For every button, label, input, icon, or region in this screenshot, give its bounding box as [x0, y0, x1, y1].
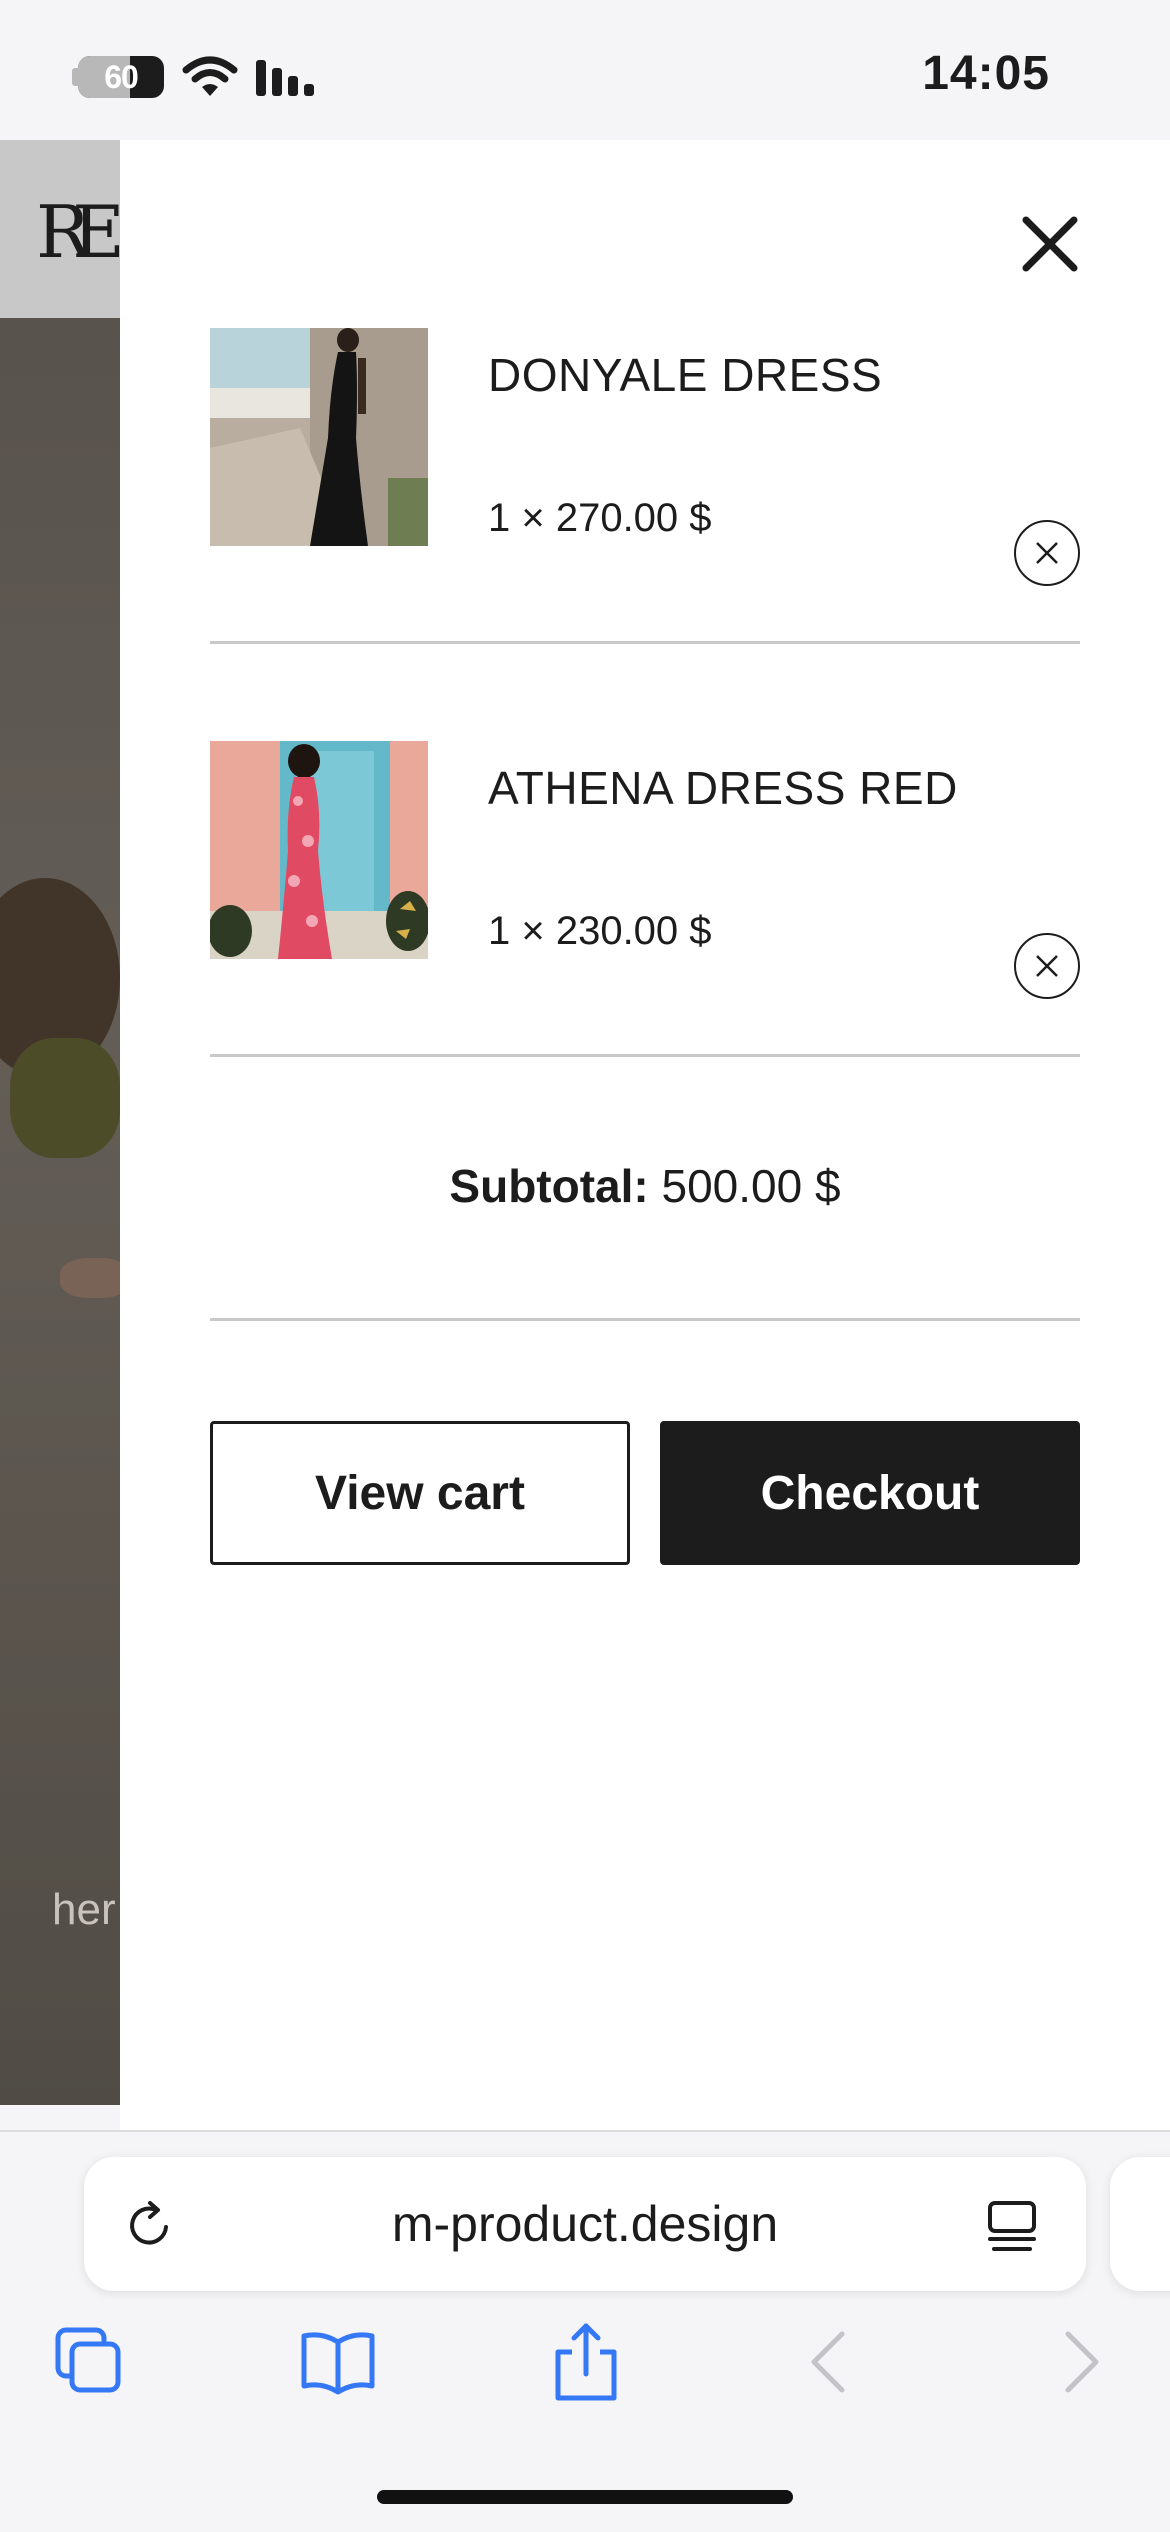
- view-cart-button[interactable]: View cart: [210, 1421, 630, 1565]
- battery-icon: 60: [78, 56, 164, 98]
- cart-subtotal: Subtotal: 500.00 $: [210, 1159, 1080, 1213]
- divider: [210, 1318, 1080, 1321]
- reload-icon[interactable]: [122, 2197, 178, 2253]
- reader-mode-icon[interactable]: [982, 2197, 1042, 2253]
- bookmarks-icon[interactable]: [298, 2322, 378, 2402]
- status-bar: 60 14:05: [0, 0, 1170, 140]
- product-thumbnail[interactable]: [210, 328, 428, 546]
- url-text[interactable]: m-product.design: [84, 2157, 1086, 2291]
- hero-image: her: [0, 318, 120, 2105]
- background-page: RE her: [0, 140, 120, 2105]
- share-icon[interactable]: [546, 2322, 626, 2402]
- divider: [210, 1054, 1080, 1057]
- athena-dress-red-thumbnail: [210, 741, 428, 959]
- checkout-button[interactable]: Checkout: [660, 1421, 1080, 1565]
- remove-icon: [1036, 542, 1058, 564]
- donyale-dress-thumbnail: [210, 328, 428, 546]
- subtotal-label: Subtotal:: [449, 1160, 649, 1212]
- forward-icon[interactable]: [1040, 2322, 1120, 2402]
- product-name[interactable]: DONYALE DRESS: [488, 348, 882, 402]
- background-header: RE: [0, 140, 120, 318]
- tabs-icon[interactable]: [50, 2322, 130, 2402]
- subtotal-value: 500.00 $: [661, 1160, 841, 1212]
- home-indicator[interactable]: [377, 2490, 793, 2504]
- divider: [210, 641, 1080, 644]
- status-time: 14:05: [922, 47, 1050, 100]
- remove-item-button[interactable]: [1014, 520, 1080, 586]
- product-name[interactable]: ATHENA DRESS RED: [488, 761, 958, 815]
- address-bar[interactable]: m-product.design: [84, 2157, 1086, 2291]
- signal-icon: [256, 60, 314, 96]
- hero-text-fragment: her: [52, 1885, 116, 1934]
- product-thumbnail[interactable]: [210, 741, 428, 959]
- close-icon: [1022, 216, 1078, 272]
- product-price: 1 × 230.00 $: [488, 909, 712, 953]
- remove-icon: [1036, 955, 1058, 977]
- brand-logo: RE: [36, 190, 120, 274]
- cart-item: DONYALE DRESS 1 × 270.00 $: [210, 328, 1080, 648]
- product-price: 1 × 270.00 $: [488, 496, 712, 540]
- dim-overlay[interactable]: [0, 318, 120, 2105]
- cart-item: ATHENA DRESS RED 1 × 230.00 $: [210, 741, 1080, 1061]
- back-icon[interactable]: [790, 2322, 870, 2402]
- wifi-icon: [182, 56, 238, 96]
- close-cart-button[interactable]: [1006, 200, 1094, 288]
- remove-item-button[interactable]: [1014, 933, 1080, 999]
- mini-cart-drawer: DONYALE DRESS 1 × 270.00 $ ATHENA DRESS …: [120, 140, 1170, 2130]
- battery-percentage: 60: [104, 58, 139, 95]
- next-tab-peek[interactable]: [1110, 2157, 1170, 2291]
